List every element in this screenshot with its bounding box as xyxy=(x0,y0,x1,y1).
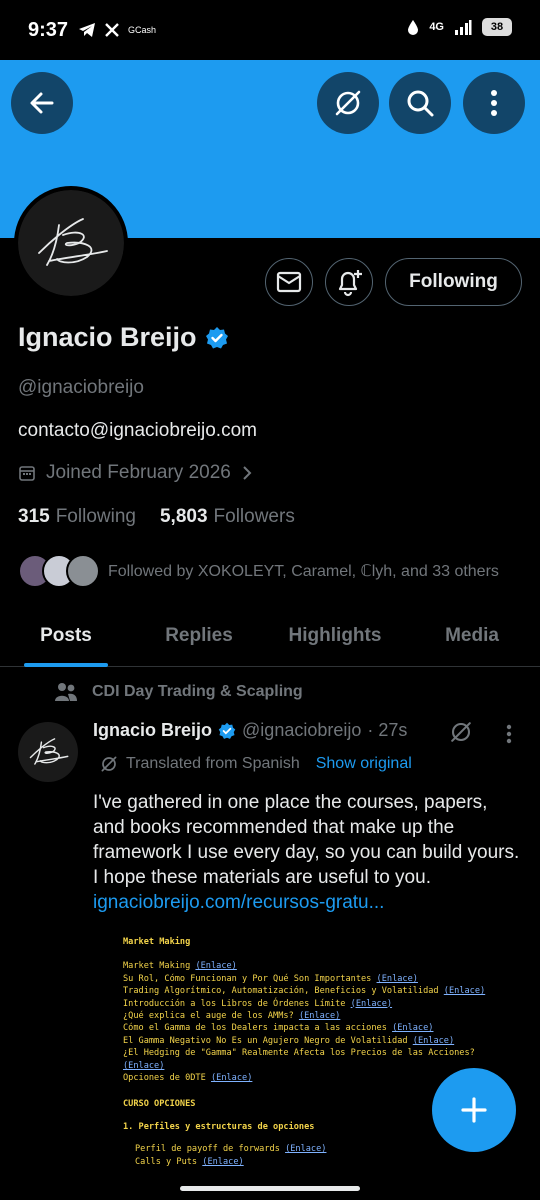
tab-label: Media xyxy=(445,625,499,646)
post-author-handle[interactable]: @ignaciobreijo xyxy=(242,720,361,741)
doc-line: Trading Algorítmico, Automatización, Ben… xyxy=(123,986,486,997)
community-icon xyxy=(55,683,77,701)
doc-line: Cómo el Gamma de los Dealers impacta a l… xyxy=(123,1023,434,1034)
following-button[interactable]: Following xyxy=(385,258,522,306)
more-button[interactable] xyxy=(463,72,525,134)
signature-logo xyxy=(38,218,108,266)
calendar-icon xyxy=(19,466,35,481)
follower-avatars xyxy=(18,554,100,588)
home-indicator[interactable] xyxy=(180,1186,360,1191)
joined-text: Joined February 2026 xyxy=(46,462,231,483)
network-label: 4G xyxy=(429,21,444,33)
doc-line: Introducción a los Libros de Órdenes Lím… xyxy=(123,998,393,1009)
post-text: I've gathered in one place the courses, … xyxy=(93,792,520,888)
followed-by-text: Followed by XOKOLEYT, Caramel, ℂlyh, and… xyxy=(108,563,499,580)
translated-text: Translated from Spanish xyxy=(126,755,300,772)
search-button[interactable] xyxy=(389,72,451,134)
profile-name-text: Ignacio Breijo xyxy=(18,322,197,352)
bell-plus-icon xyxy=(338,270,362,297)
battery-icon: 38 xyxy=(482,18,512,36)
post-body: I've gathered in one place the courses, … xyxy=(93,790,523,915)
status-right: 4G 38 xyxy=(407,18,512,36)
tab-label: Posts xyxy=(40,625,92,646)
verified-badge-icon xyxy=(218,722,236,739)
translate-icon xyxy=(101,756,117,772)
doc-title: Market Making xyxy=(123,937,191,947)
post-more-icon[interactable] xyxy=(506,724,512,744)
profile-tabs: Posts Replies Highlights Media xyxy=(0,605,540,667)
doc-line: Calls y Puts (Enlace) xyxy=(135,1156,244,1167)
mail-icon xyxy=(276,271,302,293)
doc-line: ¿El Hedging de "Gamma" Realmente Afecta … xyxy=(123,1048,475,1059)
followers-count-link[interactable]: 5,803 Followers xyxy=(160,506,295,528)
more-vertical-icon xyxy=(491,90,497,116)
gcash-icon: GCash xyxy=(128,25,157,35)
tab-posts[interactable]: Posts xyxy=(0,605,132,667)
status-icons: GCash xyxy=(78,22,156,38)
tab-highlights[interactable]: Highlights xyxy=(266,605,404,667)
doc-line: Market Making (Enlace) xyxy=(123,961,237,972)
show-original-link[interactable]: Show original xyxy=(316,755,412,773)
message-button[interactable] xyxy=(265,258,313,306)
notifications-button[interactable] xyxy=(325,258,373,306)
profile-name: Ignacio Breijo xyxy=(18,322,229,353)
grok-icon[interactable] xyxy=(449,720,473,744)
tab-replies[interactable]: Replies xyxy=(132,605,266,667)
compose-button[interactable] xyxy=(432,1068,516,1152)
doc-line: El Gamma Negativo No Es un Agujero Negro… xyxy=(123,1035,455,1046)
water-drop-icon xyxy=(408,20,419,35)
follow-counts: 315 Following 5,803 Followers xyxy=(18,506,295,528)
grok-button[interactable] xyxy=(317,72,379,134)
followers-label: Followers xyxy=(213,506,295,527)
joined-date[interactable]: Joined February 2026 xyxy=(18,462,253,484)
profile-handle: @ignaciobreijo xyxy=(18,377,144,398)
plus-icon xyxy=(461,1097,487,1123)
post-author-avatar[interactable] xyxy=(18,722,78,782)
status-bar: 9:37 GCash 4G 38 xyxy=(0,0,540,60)
following-count: 315 xyxy=(18,506,50,527)
following-count-link[interactable]: 315 Following xyxy=(18,506,136,528)
verified-badge-icon xyxy=(205,326,228,348)
chevron-right-icon xyxy=(243,466,252,480)
telegram-icon xyxy=(79,23,96,37)
search-icon xyxy=(407,90,434,117)
back-arrow-icon xyxy=(30,92,54,114)
follower-avatar xyxy=(66,554,100,588)
profile-bio: contacto@ignaciobreijo.com xyxy=(18,420,257,441)
post-header: Ignacio Breijo @ignaciobreijo · 27s xyxy=(93,720,407,741)
following-label: Following xyxy=(55,506,136,527)
post-link[interactable]: ignaciobreijo.com/recursos-gratu... xyxy=(93,892,384,913)
translation-notice: Translated from Spanish Show original xyxy=(100,755,412,773)
tab-active-indicator xyxy=(24,663,108,667)
community-label[interactable]: CDI Day Trading & Scapling xyxy=(54,682,303,702)
post-author-name[interactable]: Ignacio Breijo xyxy=(93,720,212,741)
tab-label: Replies xyxy=(165,625,233,646)
status-time: 9:37 xyxy=(28,18,69,41)
community-name: CDI Day Trading & Scapling xyxy=(92,683,303,700)
doc-line: ¿Qué explica el auge de los AMMs? (Enlac… xyxy=(123,1011,341,1022)
signal-icon xyxy=(455,20,472,35)
followed-by[interactable]: Followed by XOKOLEYT, Caramel, ℂlyh, and… xyxy=(18,554,499,588)
doc-line: Su Rol, Cómo Funcionan y Por Qué Son Imp… xyxy=(123,973,418,984)
post-time: · 27s xyxy=(367,720,408,740)
tab-label: Highlights xyxy=(288,625,382,646)
profile-avatar[interactable] xyxy=(14,186,128,300)
tab-media[interactable]: Media xyxy=(404,605,540,667)
x-icon xyxy=(105,23,119,37)
signature-logo xyxy=(29,738,69,765)
followers-count: 5,803 xyxy=(159,506,208,527)
back-button[interactable] xyxy=(11,72,73,134)
grok-icon xyxy=(335,90,361,116)
